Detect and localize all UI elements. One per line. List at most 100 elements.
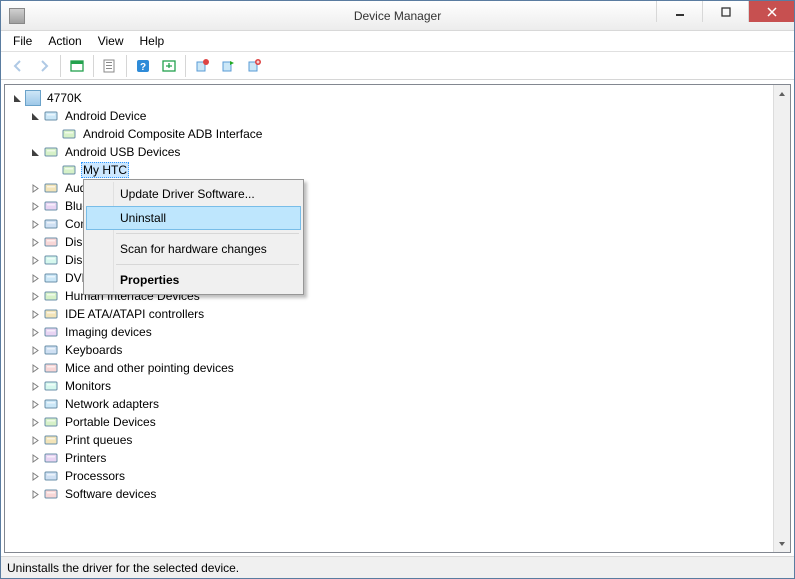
help-icon[interactable]: ? <box>131 54 155 78</box>
expand-icon[interactable] <box>29 182 41 194</box>
context-menu-item-label: Properties <box>120 273 179 287</box>
category-icon <box>43 324 59 340</box>
update-driver-icon[interactable] <box>157 54 181 78</box>
expand-icon[interactable] <box>29 290 41 302</box>
tree-category-label: Monitors <box>63 379 113 393</box>
expand-icon[interactable] <box>29 308 41 320</box>
category-icon <box>43 180 59 196</box>
context-menu-item[interactable]: Scan for hardware changes <box>86 237 301 261</box>
context-menu-item[interactable]: Update Driver Software... <box>86 182 301 206</box>
device-tree[interactable]: 4770K Android Device Android Composite ADB… <box>5 85 790 507</box>
scroll-down-button[interactable] <box>774 535 790 552</box>
tree-category[interactable]: Network adapters <box>9 395 790 413</box>
category-icon <box>43 144 59 160</box>
expand-icon[interactable] <box>29 218 41 230</box>
expand-icon[interactable] <box>29 362 41 374</box>
category-icon <box>43 342 59 358</box>
forward-button[interactable] <box>32 54 56 78</box>
context-menu-separator <box>116 233 299 234</box>
tree-device[interactable]: Android Composite ADB Interface <box>9 125 790 143</box>
titlebar: Device Manager <box>1 1 794 31</box>
tree-category-label: Portable Devices <box>63 415 158 429</box>
expand-icon[interactable] <box>29 254 41 266</box>
tree-category[interactable]: Android USB Devices <box>9 143 790 161</box>
category-icon <box>43 414 59 430</box>
scroll-up-button[interactable] <box>774 85 790 102</box>
tree-category[interactable]: Imaging devices <box>9 323 790 341</box>
tree-category-label: Print queues <box>63 433 134 447</box>
expand-icon[interactable] <box>29 272 41 284</box>
tree-category-label: Processors <box>63 469 127 483</box>
expand-icon[interactable] <box>11 92 23 104</box>
tree-category[interactable]: Portable Devices <box>9 413 790 431</box>
maximize-button[interactable] <box>702 1 748 22</box>
category-icon <box>43 396 59 412</box>
tree-category[interactable]: Android Device <box>9 107 790 125</box>
add-legacy-icon[interactable] <box>242 54 266 78</box>
scroll-track[interactable] <box>774 102 790 535</box>
show-hidden-icon[interactable] <box>65 54 89 78</box>
device-tree-pane: 4770K Android Device Android Composite ADB… <box>4 84 791 553</box>
expand-icon[interactable] <box>29 452 41 464</box>
tree-device-label: My HTC <box>81 162 129 178</box>
category-icon <box>43 450 59 466</box>
tree-category-label: Printers <box>63 451 108 465</box>
tree-category[interactable]: Processors <box>9 467 790 485</box>
context-menu-item[interactable]: Uninstall <box>86 206 301 230</box>
device-icon <box>61 126 77 142</box>
context-menu-item-label: Update Driver Software... <box>120 187 255 201</box>
properties-icon[interactable] <box>98 54 122 78</box>
expand-icon[interactable] <box>29 380 41 392</box>
back-button[interactable] <box>6 54 30 78</box>
device-icon <box>61 162 77 178</box>
category-icon <box>43 234 59 250</box>
toolbar: ? <box>1 52 794 80</box>
category-icon <box>43 468 59 484</box>
vertical-scrollbar[interactable] <box>773 85 790 552</box>
menu-action[interactable]: Action <box>40 32 89 50</box>
expand-icon[interactable] <box>29 236 41 248</box>
statusbar: Uninstalls the driver for the selected d… <box>1 556 794 578</box>
tree-category[interactable]: Mice and other pointing devices <box>9 359 790 377</box>
expand-icon[interactable] <box>29 200 41 212</box>
tree-category[interactable]: Print queues <box>9 431 790 449</box>
category-icon <box>43 306 59 322</box>
tree-root-label: 4770K <box>45 91 84 105</box>
tree-category-label: Keyboards <box>63 343 124 357</box>
expand-icon[interactable] <box>29 326 41 338</box>
expand-icon[interactable] <box>29 488 41 500</box>
expand-icon[interactable] <box>29 398 41 410</box>
tree-category[interactable]: Printers <box>9 449 790 467</box>
svg-text:?: ? <box>140 62 146 73</box>
context-menu-item[interactable]: Properties <box>86 268 301 292</box>
tree-root[interactable]: 4770K <box>9 89 790 107</box>
tree-device-label: Android Composite ADB Interface <box>81 127 264 141</box>
close-button[interactable] <box>748 1 794 22</box>
tree-category[interactable]: Software devices <box>9 485 790 503</box>
spacer <box>47 164 59 176</box>
tree-device[interactable]: My HTC <box>9 161 790 179</box>
expand-icon[interactable] <box>29 344 41 356</box>
expand-icon[interactable] <box>29 470 41 482</box>
menu-file[interactable]: File <box>5 32 40 50</box>
collapse-icon[interactable] <box>29 146 41 158</box>
scan-hardware-icon[interactable] <box>216 54 240 78</box>
menu-view[interactable]: View <box>90 32 132 50</box>
expand-icon[interactable] <box>29 434 41 446</box>
category-icon <box>43 198 59 214</box>
tree-category[interactable]: IDE ATA/ATAPI controllers <box>9 305 790 323</box>
context-menu-separator <box>116 264 299 265</box>
statusbar-text: Uninstalls the driver for the selected d… <box>7 561 239 575</box>
menu-help[interactable]: Help <box>132 32 173 50</box>
category-icon <box>43 216 59 232</box>
uninstall-icon[interactable] <box>190 54 214 78</box>
collapse-icon[interactable] <box>29 110 41 122</box>
tree-category-label: Mice and other pointing devices <box>63 361 236 375</box>
tree-category[interactable]: Monitors <box>9 377 790 395</box>
tree-category[interactable]: Keyboards <box>9 341 790 359</box>
computer-icon <box>25 90 41 106</box>
category-icon <box>43 252 59 268</box>
context-menu: Update Driver Software... Uninstall Scan f… <box>83 179 304 295</box>
expand-icon[interactable] <box>29 416 41 428</box>
minimize-button[interactable] <box>656 1 702 22</box>
